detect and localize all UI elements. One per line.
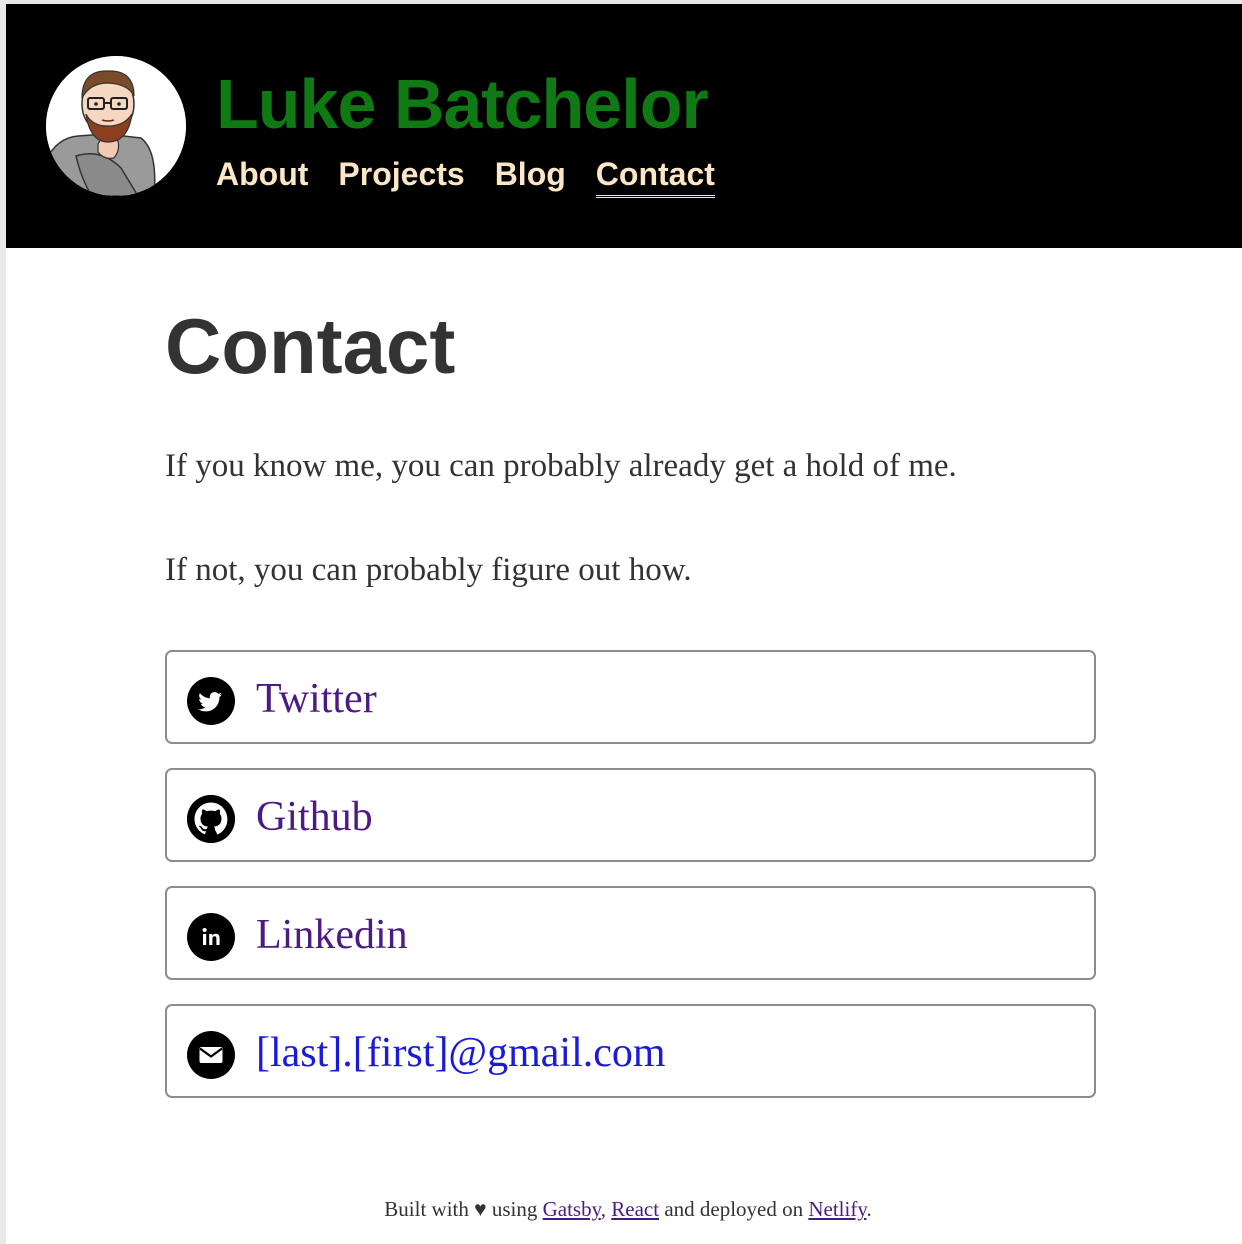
footer-link-react[interactable]: React	[611, 1197, 659, 1221]
avatar-illustration	[46, 56, 186, 196]
contact-label-github: Github	[256, 794, 373, 840]
footer-link-netlify[interactable]: Netlify	[808, 1197, 866, 1221]
contact-card-linkedin[interactable]: Linkedin	[165, 886, 1096, 980]
contact-card-twitter[interactable]: Twitter	[165, 650, 1096, 744]
linkedin-icon	[187, 913, 235, 961]
twitter-icon	[187, 677, 235, 725]
secondary-paragraph: If not, you can probably figure out how.	[165, 552, 692, 588]
contact-card-github[interactable]: Github	[165, 768, 1096, 862]
contact-label-twitter: Twitter	[256, 676, 377, 722]
heart-icon: ♥	[474, 1197, 487, 1221]
main-nav: About Projects Blog Contact	[216, 154, 715, 198]
footer-prefix: Built with	[384, 1197, 469, 1221]
avatar[interactable]	[46, 56, 186, 196]
nav-about[interactable]: About	[216, 154, 308, 198]
contact-card-email[interactable]: [last].[first]@gmail.com	[165, 1004, 1096, 1098]
intro-paragraph: If you know me, you can probably already…	[165, 448, 957, 484]
page-title: Contact	[165, 302, 456, 390]
footer-deployed: and deployed on	[664, 1197, 804, 1221]
contact-label-email: [last].[first]@gmail.com	[256, 1030, 666, 1076]
nav-contact[interactable]: Contact	[595, 154, 715, 198]
footer-link-gatsby[interactable]: Gatsby	[543, 1197, 601, 1221]
email-icon	[187, 1031, 235, 1079]
github-icon	[187, 795, 235, 843]
site-header: Luke Batchelor About Projects Blog Conta…	[6, 4, 1242, 248]
site-footer: Built with ♥ using Gatsby, React and dep…	[0, 1196, 1242, 1222]
contact-label-linkedin: Linkedin	[256, 912, 408, 958]
nav-blog[interactable]: Blog	[495, 154, 566, 198]
footer-period: .	[866, 1197, 872, 1221]
footer-comma: ,	[600, 1197, 606, 1221]
site-title[interactable]: Luke Batchelor	[216, 62, 709, 146]
footer-using: using	[491, 1197, 538, 1221]
nav-projects[interactable]: Projects	[338, 154, 464, 198]
